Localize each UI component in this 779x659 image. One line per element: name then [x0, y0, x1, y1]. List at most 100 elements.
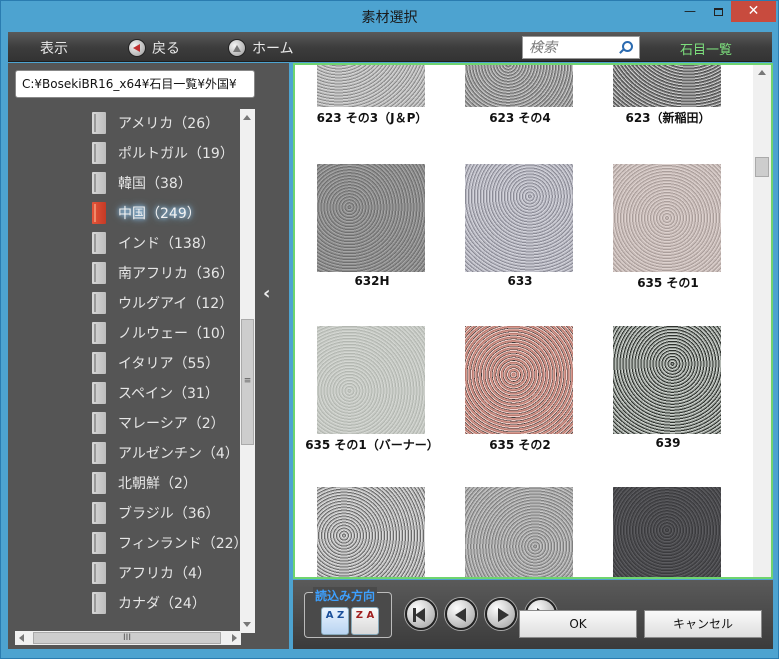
scroll-thumb[interactable]: ≡ [241, 319, 254, 445]
ok-button[interactable]: OK [519, 610, 637, 638]
home-button[interactable]: ホーム [228, 38, 294, 58]
scroll-thumb[interactable] [755, 157, 769, 177]
tree-item[interactable]: ウルグアイ（12） [92, 289, 233, 317]
view-label: 表示 [40, 41, 68, 57]
tree-item[interactable]: カナダ（24） [92, 589, 206, 617]
tree-item-label: ブラジル（36） [118, 506, 220, 522]
title-bar: 素材選択 — ✕ [1, 1, 778, 31]
material-tile[interactable]: 623 その3（J＆P） [317, 65, 427, 125]
folder-icon [92, 442, 106, 464]
scroll-left-icon[interactable] [19, 634, 24, 642]
folder-icon [92, 112, 106, 134]
material-swatch [613, 487, 721, 577]
search-input[interactable] [523, 37, 615, 59]
back-label: 戻る [152, 41, 180, 57]
tree-item-label: 南アフリカ（36） [118, 266, 234, 282]
scroll-down-icon[interactable] [243, 622, 251, 627]
scroll-right-icon[interactable] [232, 634, 237, 642]
material-tile[interactable]: 635 その2 [465, 326, 575, 452]
tree-item-label: 北朝鮮（2） [118, 476, 197, 492]
collapse-panel-button[interactable]: ‹ [263, 283, 270, 304]
material-tile[interactable]: 635 その1（バーナー） [305, 326, 439, 452]
tree-item[interactable]: イタリア（55） [92, 349, 219, 377]
scroll-up-icon[interactable] [758, 70, 766, 75]
material-label: 639 [655, 436, 681, 450]
grid-view-icon [20, 41, 34, 55]
tree-item[interactable]: ブラジル（36） [92, 499, 220, 527]
tree-item[interactable]: アメリカ（26） [92, 109, 219, 137]
cancel-button[interactable]: キャンセル [644, 610, 762, 638]
folder-icon [92, 232, 106, 254]
folder-icon [92, 502, 106, 524]
next-page-button[interactable] [485, 598, 517, 630]
scroll-grip: ≡ [243, 376, 252, 386]
home-label: ホーム [252, 41, 294, 57]
path-field[interactable]: C:¥BosekiBR16_x64¥石目一覧¥外国¥ [15, 70, 255, 98]
tree-item[interactable]: アフリカ（4） [92, 559, 211, 587]
tree-item[interactable]: 南アフリカ（36） [92, 259, 234, 287]
search-icon[interactable] [622, 41, 633, 52]
tree-item[interactable]: スペイン（31） [92, 379, 219, 407]
tree-item-label: アメリカ（26） [118, 116, 220, 132]
folder-panel: C:¥BosekiBR16_x64¥石目一覧¥外国¥ アメリカ（26） ポルトガ… [8, 63, 289, 649]
tree-item[interactable]: 韓国（38） [92, 169, 192, 197]
sort-descending-button[interactable]: Z A [351, 607, 379, 635]
folder-icon [92, 562, 106, 584]
material-tile[interactable]: 623（新稲田） [613, 65, 723, 125]
tree-item[interactable]: ノルウェー（10） [92, 319, 234, 347]
toolbar: 表示 戻る ホーム 石目一覧 [8, 32, 772, 62]
material-swatch [317, 326, 425, 434]
material-tile[interactable]: 635 その1 [613, 164, 723, 290]
load-direction-group: 読込み方向 A Z Z A [304, 587, 392, 638]
tree-item[interactable]: ポルトガル（19） [92, 139, 234, 167]
material-swatch [613, 164, 721, 272]
prev-page-button[interactable] [445, 598, 477, 630]
material-grid-vscrollbar[interactable] [753, 65, 771, 577]
folder-tree: アメリカ（26） ポルトガル（19） 韓国（38） 中国（249） インド（13… [8, 109, 240, 629]
folder-tree-hscrollbar[interactable]: III [15, 631, 241, 645]
close-button[interactable]: ✕ [731, 1, 776, 22]
material-swatch [465, 65, 573, 107]
tree-item[interactable]: インド（138） [92, 229, 215, 257]
material-label: 635 その1 [637, 276, 699, 290]
tree-item[interactable]: 北朝鮮（2） [92, 469, 197, 497]
folder-icon [92, 382, 106, 404]
sort-ascending-button[interactable]: A Z [321, 607, 349, 635]
tree-item-label: 韓国（38） [118, 176, 192, 192]
material-tile[interactable]: 639 [613, 326, 723, 450]
material-select-window: 素材選択 — ✕ 表示 戻る ホーム 石目一覧 C:¥BosekiBR16_x6… [0, 0, 779, 659]
scroll-up-icon[interactable] [243, 115, 251, 120]
hscroll-thumb[interactable]: III [33, 632, 221, 644]
material-tile[interactable]: 623 その4 [465, 65, 575, 125]
tree-item-label: マレーシア（2） [118, 416, 225, 432]
material-tile[interactable]: 632H [317, 164, 427, 288]
material-swatch [317, 65, 425, 107]
minimize-button[interactable]: — [675, 1, 705, 22]
maximize-button[interactable] [703, 1, 733, 22]
tree-item[interactable]: マレーシア（2） [92, 409, 225, 437]
material-tile[interactable]: 633 [465, 164, 575, 288]
tree-item[interactable]: アルゼンチン（4） [92, 439, 239, 467]
tree-item-label: カナダ（24） [118, 596, 206, 612]
first-page-button[interactable] [405, 598, 437, 630]
folder-icon [92, 262, 106, 284]
material-tile[interactable] [613, 487, 723, 577]
material-tile[interactable] [465, 487, 575, 577]
folder-icon [92, 292, 106, 314]
material-swatch [613, 326, 721, 434]
folder-icon [92, 142, 106, 164]
material-tile[interactable] [317, 487, 427, 577]
load-direction-label: 読込み方向 [313, 587, 378, 604]
material-label: 635 その1（バーナー） [305, 438, 439, 452]
tree-item-label: 中国（249） [118, 206, 201, 222]
tree-item[interactable]: フィンランド（22） [92, 529, 240, 557]
view-button[interactable]: 表示 [20, 38, 68, 58]
folder-icon [92, 472, 106, 494]
folder-tree-vscrollbar[interactable]: ≡ [240, 109, 255, 633]
stone-list-link[interactable]: 石目一覧 [680, 39, 732, 58]
search-box [522, 36, 640, 59]
material-label: 635 その2 [489, 438, 551, 452]
back-button[interactable]: 戻る [128, 38, 180, 58]
tree-item-selected[interactable]: 中国（249） [92, 199, 201, 227]
folder-open-icon [92, 202, 106, 224]
